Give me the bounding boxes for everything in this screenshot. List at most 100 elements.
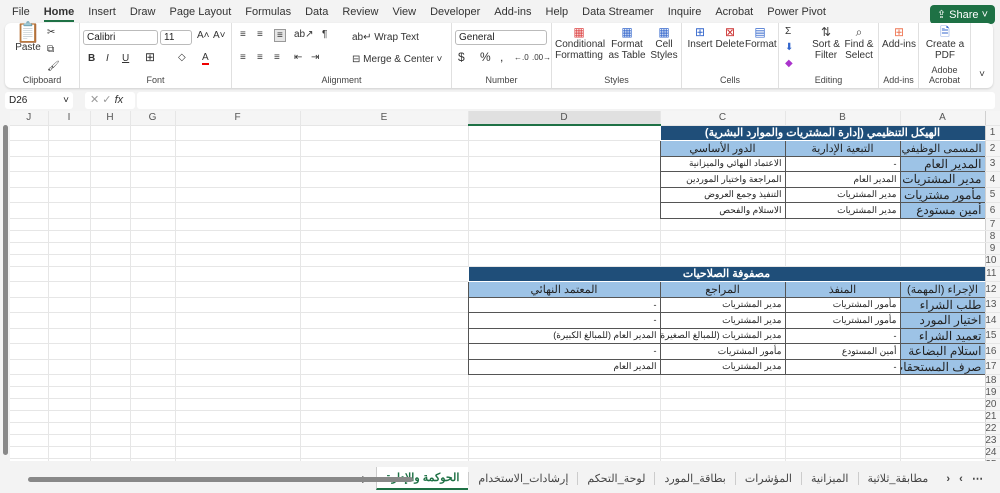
cell[interactable]	[300, 374, 469, 387]
cell[interactable]	[175, 266, 301, 282]
addins-button[interactable]: ⊞ Add-ins	[882, 26, 916, 50]
row-header-9[interactable]: 9	[984, 242, 1000, 255]
cell[interactable]	[300, 202, 469, 219]
cell[interactable]: الاستلام والفحص	[659, 202, 786, 219]
cell[interactable]: استلام البضاعة	[899, 343, 986, 360]
cell[interactable]: المدير العام	[467, 358, 661, 375]
cell[interactable]	[785, 434, 901, 447]
cell[interactable]	[90, 187, 131, 203]
cell[interactable]	[300, 125, 469, 141]
cell[interactable]	[175, 140, 301, 157]
cell[interactable]	[130, 312, 176, 329]
cell[interactable]	[10, 410, 49, 423]
comma-icon[interactable]: ,	[500, 51, 503, 63]
create-pdf-button[interactable]: 🗎 Create a PDF	[922, 26, 968, 61]
cell[interactable]: مأمور المشتريات	[784, 312, 901, 329]
cell[interactable]	[300, 386, 469, 399]
collapse-ribbon-icon[interactable]: ˅	[979, 69, 985, 80]
cell[interactable]	[468, 140, 661, 157]
menu-formulas[interactable]: Formulas	[245, 6, 291, 18]
cell[interactable]	[90, 446, 131, 459]
cell[interactable]	[900, 434, 986, 447]
cell[interactable]	[300, 458, 469, 461]
cell[interactable]	[175, 254, 301, 267]
cell[interactable]	[468, 386, 661, 399]
sheet-tab[interactable]: الميزانية	[801, 472, 858, 485]
cell[interactable]	[130, 156, 176, 172]
row-header-2[interactable]: 2	[984, 140, 1000, 157]
cell[interactable]: مأمور مشتريات	[899, 186, 986, 203]
cell[interactable]	[10, 343, 49, 360]
cell[interactable]	[785, 242, 901, 255]
cell[interactable]	[300, 230, 469, 243]
cell[interactable]	[130, 266, 176, 282]
cell[interactable]: طلب الشراء	[899, 296, 986, 313]
wrap-text-button[interactable]: ab↵ Wrap Text	[352, 32, 419, 43]
cell[interactable]: -	[467, 296, 661, 313]
cell[interactable]	[90, 156, 131, 172]
cell[interactable]	[300, 156, 469, 172]
cell[interactable]: مدير المشتريات	[659, 296, 786, 313]
cell[interactable]: أمين المستودع	[784, 343, 901, 360]
cell[interactable]	[468, 230, 661, 243]
cell[interactable]	[175, 171, 301, 188]
cell[interactable]	[10, 187, 49, 203]
cell[interactable]	[175, 125, 301, 141]
merge-center-button[interactable]: ⊟ Merge & Center ˅	[352, 54, 442, 65]
cell[interactable]	[300, 218, 469, 231]
cut-icon[interactable]: ✂	[47, 27, 55, 38]
cell[interactable]: -	[467, 343, 661, 360]
cell[interactable]	[300, 359, 469, 375]
row-header-19[interactable]: 19	[984, 386, 1000, 399]
cell[interactable]	[900, 230, 986, 243]
cell[interactable]	[660, 218, 786, 231]
menu-review[interactable]: Review	[342, 6, 378, 18]
cell[interactable]	[48, 140, 91, 157]
cell[interactable]	[48, 297, 91, 313]
cell[interactable]	[48, 266, 91, 282]
cell[interactable]	[48, 386, 91, 399]
cell[interactable]: -	[784, 327, 901, 344]
row-header-17[interactable]: 17	[984, 359, 1000, 375]
cell[interactable]: التنفيذ وجمع العروض	[659, 186, 786, 203]
cell[interactable]	[785, 398, 901, 411]
row-header-12[interactable]: 12	[984, 281, 1000, 298]
cell[interactable]	[90, 410, 131, 423]
sheet-tab[interactable]: بطاقة_المورد	[654, 472, 734, 485]
cell[interactable]	[900, 254, 986, 267]
more-sheets-icon[interactable]: ⋯	[972, 473, 983, 485]
cell[interactable]	[90, 230, 131, 243]
delete-cells-button[interactable]: ⊠ Delete	[715, 26, 745, 50]
cell[interactable]	[300, 297, 469, 313]
currency-icon[interactable]: $	[458, 51, 465, 63]
row-header-24[interactable]: 24	[984, 446, 1000, 459]
cell[interactable]: المدير العام (للمبالغ الكبيرة)	[467, 327, 661, 344]
cell[interactable]	[130, 230, 176, 243]
cell[interactable]	[130, 218, 176, 231]
cell[interactable]	[130, 446, 176, 459]
menu-page-layout[interactable]: Page Layout	[169, 6, 231, 18]
cell[interactable]	[48, 343, 91, 360]
cell[interactable]	[300, 281, 469, 298]
cell[interactable]: المدير العام	[784, 171, 901, 188]
row-header-13[interactable]: 13	[984, 297, 1000, 313]
column-header-G[interactable]: G	[130, 111, 176, 126]
cell[interactable]	[130, 297, 176, 313]
cell[interactable]	[468, 242, 661, 255]
menu-file[interactable]: File	[12, 6, 30, 18]
cell[interactable]	[10, 312, 49, 329]
menu-developer[interactable]: Developer	[430, 6, 480, 18]
cell[interactable]	[175, 458, 301, 461]
cell[interactable]	[90, 386, 131, 399]
column-header-C[interactable]: C	[660, 111, 786, 126]
cell[interactable]	[10, 446, 49, 459]
cell[interactable]	[10, 254, 49, 267]
cell[interactable]	[468, 187, 661, 203]
cell[interactable]	[48, 171, 91, 188]
increase-decimal-icon[interactable]: ←.0	[514, 52, 529, 63]
cell[interactable]	[90, 458, 131, 461]
autosum-icon[interactable]: Σ	[785, 26, 791, 37]
cell[interactable]	[175, 398, 301, 411]
cell[interactable]	[48, 218, 91, 231]
orientation-icon[interactable]: ab↗	[294, 29, 314, 40]
